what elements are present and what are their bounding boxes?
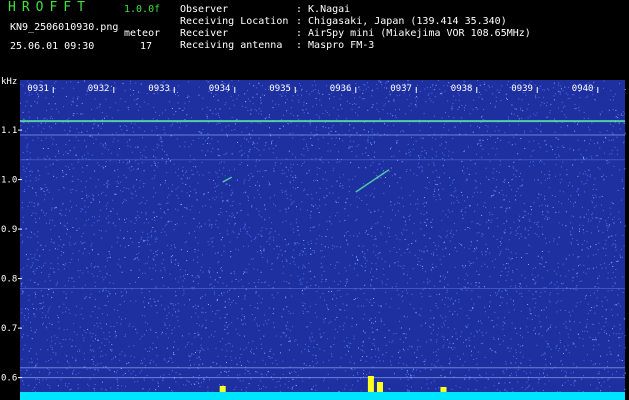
time-tick-label: 0939 (511, 84, 533, 94)
info-value-observer: : K.Nagai (296, 4, 351, 15)
time-tick-label: 0932 (88, 84, 110, 94)
info-label-receiver: Receiver (180, 28, 229, 39)
info-label-antenna: Receiving antenna (180, 40, 283, 51)
header-panel: HROFFT 1.0.0f KN9_2506010930.png meteor … (0, 0, 629, 60)
time-tick-label: 0938 (451, 84, 473, 94)
app-version: 1.0.0f (124, 4, 161, 15)
date-time: 25.06.01 09:30 (10, 41, 95, 52)
info-value-antenna: : Maspro FM-3 (296, 40, 375, 51)
y-tick-label: 0.7 (1, 324, 17, 334)
frequency-axis: kHz 0.6 0.7 0.8 0.9 1.0 1.1 (1, 77, 22, 384)
baseline-band (20, 392, 625, 400)
time-tick-label: 0940 (572, 84, 594, 94)
time-tick-label: 0937 (390, 84, 412, 94)
time-tick-label: 0933 (148, 84, 170, 94)
spectrogram-chart: 0931 0932 0933 0934 0935 0936 0937 0938 0939 0940… (1, 77, 626, 400)
app-brand: HROFFT (8, 0, 91, 15)
spectrogram-background (20, 80, 625, 400)
y-tick-label: 0.6 (1, 374, 17, 384)
y-tick-label: 1.1 (1, 126, 17, 136)
time-tick-label: 0936 (330, 84, 352, 94)
baseline-burst (376, 382, 383, 392)
y-tick-label: 0.8 (1, 275, 17, 285)
time-tick-label: 0931 (27, 84, 49, 94)
time-tick-label: 0934 (209, 84, 231, 94)
meteor-count: 17 (140, 41, 153, 52)
file-name: KN9_2506010930.png (10, 22, 119, 33)
time-tick-label: 0935 (269, 84, 291, 94)
baseline-burst (440, 387, 447, 392)
baseline-burst (367, 376, 374, 392)
info-label-location: Receiving Location (180, 16, 289, 27)
info-label-observer: Observer (180, 4, 229, 15)
meteor-label: meteor (124, 28, 161, 39)
y-axis-label: kHz (1, 77, 17, 87)
y-tick-label: 0.9 (1, 225, 17, 235)
y-tick-label: 1.0 (1, 176, 17, 186)
baseline-burst (219, 386, 226, 392)
info-value-location: : Chigasaki, Japan (139.414 35.340) (296, 16, 507, 27)
info-value-receiver: : AirSpy mini (Miakejima VOR 108.65MHz) (296, 28, 531, 39)
